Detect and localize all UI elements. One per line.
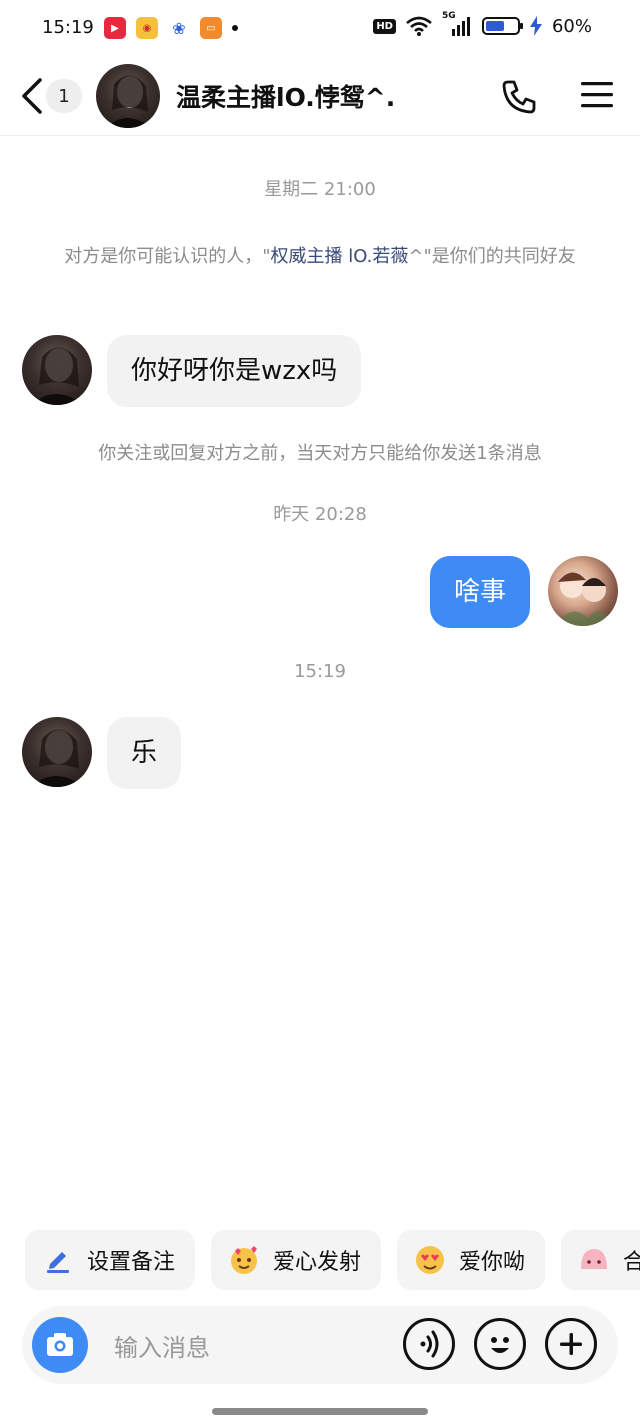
heart-burst-chip[interactable]: 爱心发射 — [211, 1230, 382, 1290]
contact-message-avatar[interactable] — [22, 335, 92, 405]
message-limit-notice: 你关注或回复对方之前，当天对方只能给你发送1条消息 — [98, 443, 542, 464]
status-bar: 15:19 ▶ ◉ ❀ ▭ HD 5G 60% — [0, 0, 640, 56]
notice-text-pre: 对方是你可能认识的人，" — [64, 246, 271, 267]
pink-blob-icon — [577, 1243, 611, 1277]
voice-button[interactable] — [403, 1318, 455, 1370]
timestamp: 昨天 20:28 — [273, 504, 367, 525]
more-sticker-chip[interactable]: 合 — [561, 1230, 640, 1290]
avatar-photo-icon — [32, 347, 84, 405]
charging-icon — [529, 16, 542, 36]
add-more-button[interactable] — [545, 1318, 597, 1370]
heart-burst-emoji-icon — [227, 1243, 261, 1277]
chip-label: 爱你呦 — [459, 1250, 526, 1275]
timestamp: 星期二 21:00 — [264, 179, 376, 200]
baidu-icon: ❀ — [168, 17, 190, 39]
message-list[interactable]: 星期二 21:00 对方是你可能认识的人，"权威主播 lO.若薇^"是你们的共同… — [0, 137, 640, 1217]
chip-label: 爱心发射 — [273, 1250, 362, 1275]
heart-eyes-emoji-icon — [413, 1243, 447, 1277]
status-right: HD 5G 60% — [373, 11, 592, 37]
notification-icons: ▶ ◉ ❀ ▭ — [104, 17, 238, 39]
menu-icon[interactable] — [580, 80, 614, 110]
avatar-photo-icon — [106, 75, 152, 128]
incoming-message-bubble[interactable]: 你好呀你是wzx吗 — [107, 335, 362, 407]
self-avatar[interactable] — [548, 556, 618, 626]
back-arrow-icon[interactable] — [18, 76, 48, 116]
unread-count-badge[interactable]: 1 — [46, 79, 82, 113]
message-input[interactable]: 输入消息 — [114, 1328, 210, 1363]
notice-text-post: ^"是你们的共同好友 — [408, 246, 576, 267]
set-remark-chip[interactable]: 设置备注 — [25, 1230, 196, 1290]
voice-wave-icon — [420, 1330, 439, 1358]
contact-message-avatar[interactable] — [22, 717, 92, 787]
phone-call-icon[interactable] — [500, 78, 538, 116]
chip-label: 合 — [623, 1250, 640, 1275]
battery-level — [485, 21, 504, 31]
wifi-icon — [406, 16, 432, 36]
avatar-illustration-icon — [554, 572, 614, 626]
incoming-message-bubble[interactable]: 乐 — [107, 717, 182, 789]
mutual-friend-notice: 对方是你可能认识的人，"权威主播 lO.若薇^"是你们的共同好友 — [60, 240, 580, 274]
battery-percent: 60% — [551, 15, 592, 37]
home-indicator[interactable] — [212, 1408, 428, 1415]
quick-actions-bar: 设置备注 爱心发射 爱你呦 合 — [25, 1230, 640, 1290]
avatar-photo-icon — [32, 729, 84, 787]
contact-avatar[interactable] — [96, 64, 160, 128]
outgoing-message-bubble[interactable]: 啥事 — [430, 556, 531, 628]
chat-header: 1 温柔主播lO.悖鸳^. — [0, 56, 640, 136]
video-app-icon: ▶ — [104, 17, 126, 39]
battery-icon — [481, 17, 523, 35]
hd-badge: HD — [373, 18, 396, 34]
timestamp: 15:19 — [294, 661, 346, 682]
more-notifications-dot — [232, 25, 238, 31]
message-input-bar: 输入消息 — [22, 1306, 618, 1384]
camera-icon — [47, 1333, 73, 1356]
contact-name[interactable]: 温柔主播lO.悖鸳^. — [176, 78, 395, 114]
love-you-chip[interactable]: 爱你呦 — [397, 1230, 546, 1290]
camera-button[interactable] — [32, 1317, 88, 1373]
wallet-icon: ▭ — [200, 17, 222, 39]
emoji-button[interactable] — [474, 1318, 526, 1370]
weibo-icon: ◉ — [136, 17, 158, 39]
plus-icon — [560, 1333, 582, 1355]
mutual-friend-name[interactable]: 权威主播 lO.若薇 — [271, 246, 409, 267]
chip-label: 设置备注 — [87, 1250, 176, 1275]
status-time: 15:19 — [42, 17, 94, 38]
cell-signal-icon: 5G — [442, 11, 472, 37]
smiley-icon — [491, 1337, 509, 1353]
edit-icon — [41, 1243, 75, 1277]
